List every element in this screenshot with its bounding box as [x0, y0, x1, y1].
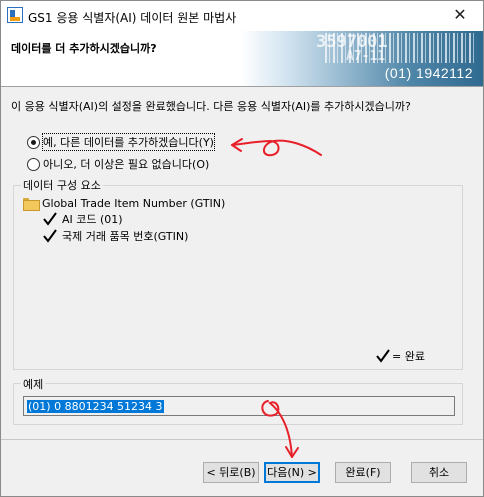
title-bar: GS1 응용 식별자(AI) 데이터 원본 마법사 ✕ — [1, 1, 483, 31]
radio-no-more[interactable]: 아니오, 더 이상은 필요 없습니다(O) — [27, 156, 209, 172]
legend-checkmark-icon — [376, 349, 390, 363]
tree-item-label: 국제 거래 품목 번호(GTIN) — [62, 230, 189, 243]
completion-legend: = 완료 — [376, 348, 425, 364]
next-button[interactable]: 다음(N) > — [264, 462, 320, 483]
checkmark-icon — [43, 212, 57, 226]
wizard-window: GS1 응용 식별자(AI) 데이터 원본 마법사 ✕ 데이터를 더 추가하시겠… — [0, 0, 484, 497]
tree-item-label: AI 코드 (01) — [62, 213, 123, 226]
radio-button-checked[interactable] — [27, 135, 40, 149]
window-title: GS1 응용 식별자(AI) 데이터 원본 마법사 — [28, 11, 237, 25]
header-banner: 데이터를 더 추가하시겠습니까? 3597001 A7-11 (01) 1942… — [1, 31, 483, 86]
footer-divider — [1, 439, 483, 440]
tree-root-item[interactable]: Global Trade Item Number (GTIN) — [23, 197, 226, 211]
example-field[interactable]: (01) 0 8801234 51234 3 — [23, 396, 455, 416]
intro-text: 이 응용 식별자(AI)의 설정을 완료했습니다. 다른 응용 식별자(AI)를… — [11, 100, 411, 113]
app-icon — [7, 7, 23, 23]
banner-art-label: A7-11 — [346, 49, 386, 64]
banner-divider — [1, 86, 483, 87]
tree-item[interactable]: 국제 거래 품목 번호(GTIN) — [43, 228, 188, 244]
radio-add-more-label[interactable]: 예, 다른 데이터를 추가하겠습니다(Y) — [42, 133, 215, 151]
tree-root-label: Global Trade Item Number (GTIN) — [42, 197, 226, 210]
components-group-title: 데이터 구성 요소 — [21, 177, 103, 193]
example-group-title: 예제 — [21, 376, 46, 392]
example-value[interactable]: (01) 0 8801234 51234 3 — [27, 400, 164, 413]
barcode-banner-image: 3597001 A7-11 (01) 1942112 — [241, 31, 483, 86]
checkmark-icon — [43, 229, 57, 243]
finish-button[interactable]: 완료(F) — [335, 462, 391, 483]
radio-button-unchecked[interactable] — [27, 157, 40, 171]
back-button[interactable]: < 뒤로(B) — [203, 462, 259, 483]
cancel-button[interactable]: 취소 — [411, 462, 467, 483]
radio-add-more[interactable]: 예, 다른 데이터를 추가하겠습니다(Y) — [27, 133, 215, 151]
close-button[interactable]: ✕ — [437, 1, 483, 31]
page-title: 데이터를 더 추가하시겠습니까? — [11, 42, 157, 55]
folder-open-icon — [23, 198, 40, 211]
annotation-arrow-left — [231, 138, 322, 157]
tree-item[interactable]: AI 코드 (01) — [43, 211, 123, 227]
legend-label: = 완료 — [392, 350, 425, 363]
banner-gtin-code: (01) 1942112 — [384, 65, 473, 81]
radio-no-more-label[interactable]: 아니오, 더 이상은 필요 없습니다(O) — [43, 156, 209, 172]
